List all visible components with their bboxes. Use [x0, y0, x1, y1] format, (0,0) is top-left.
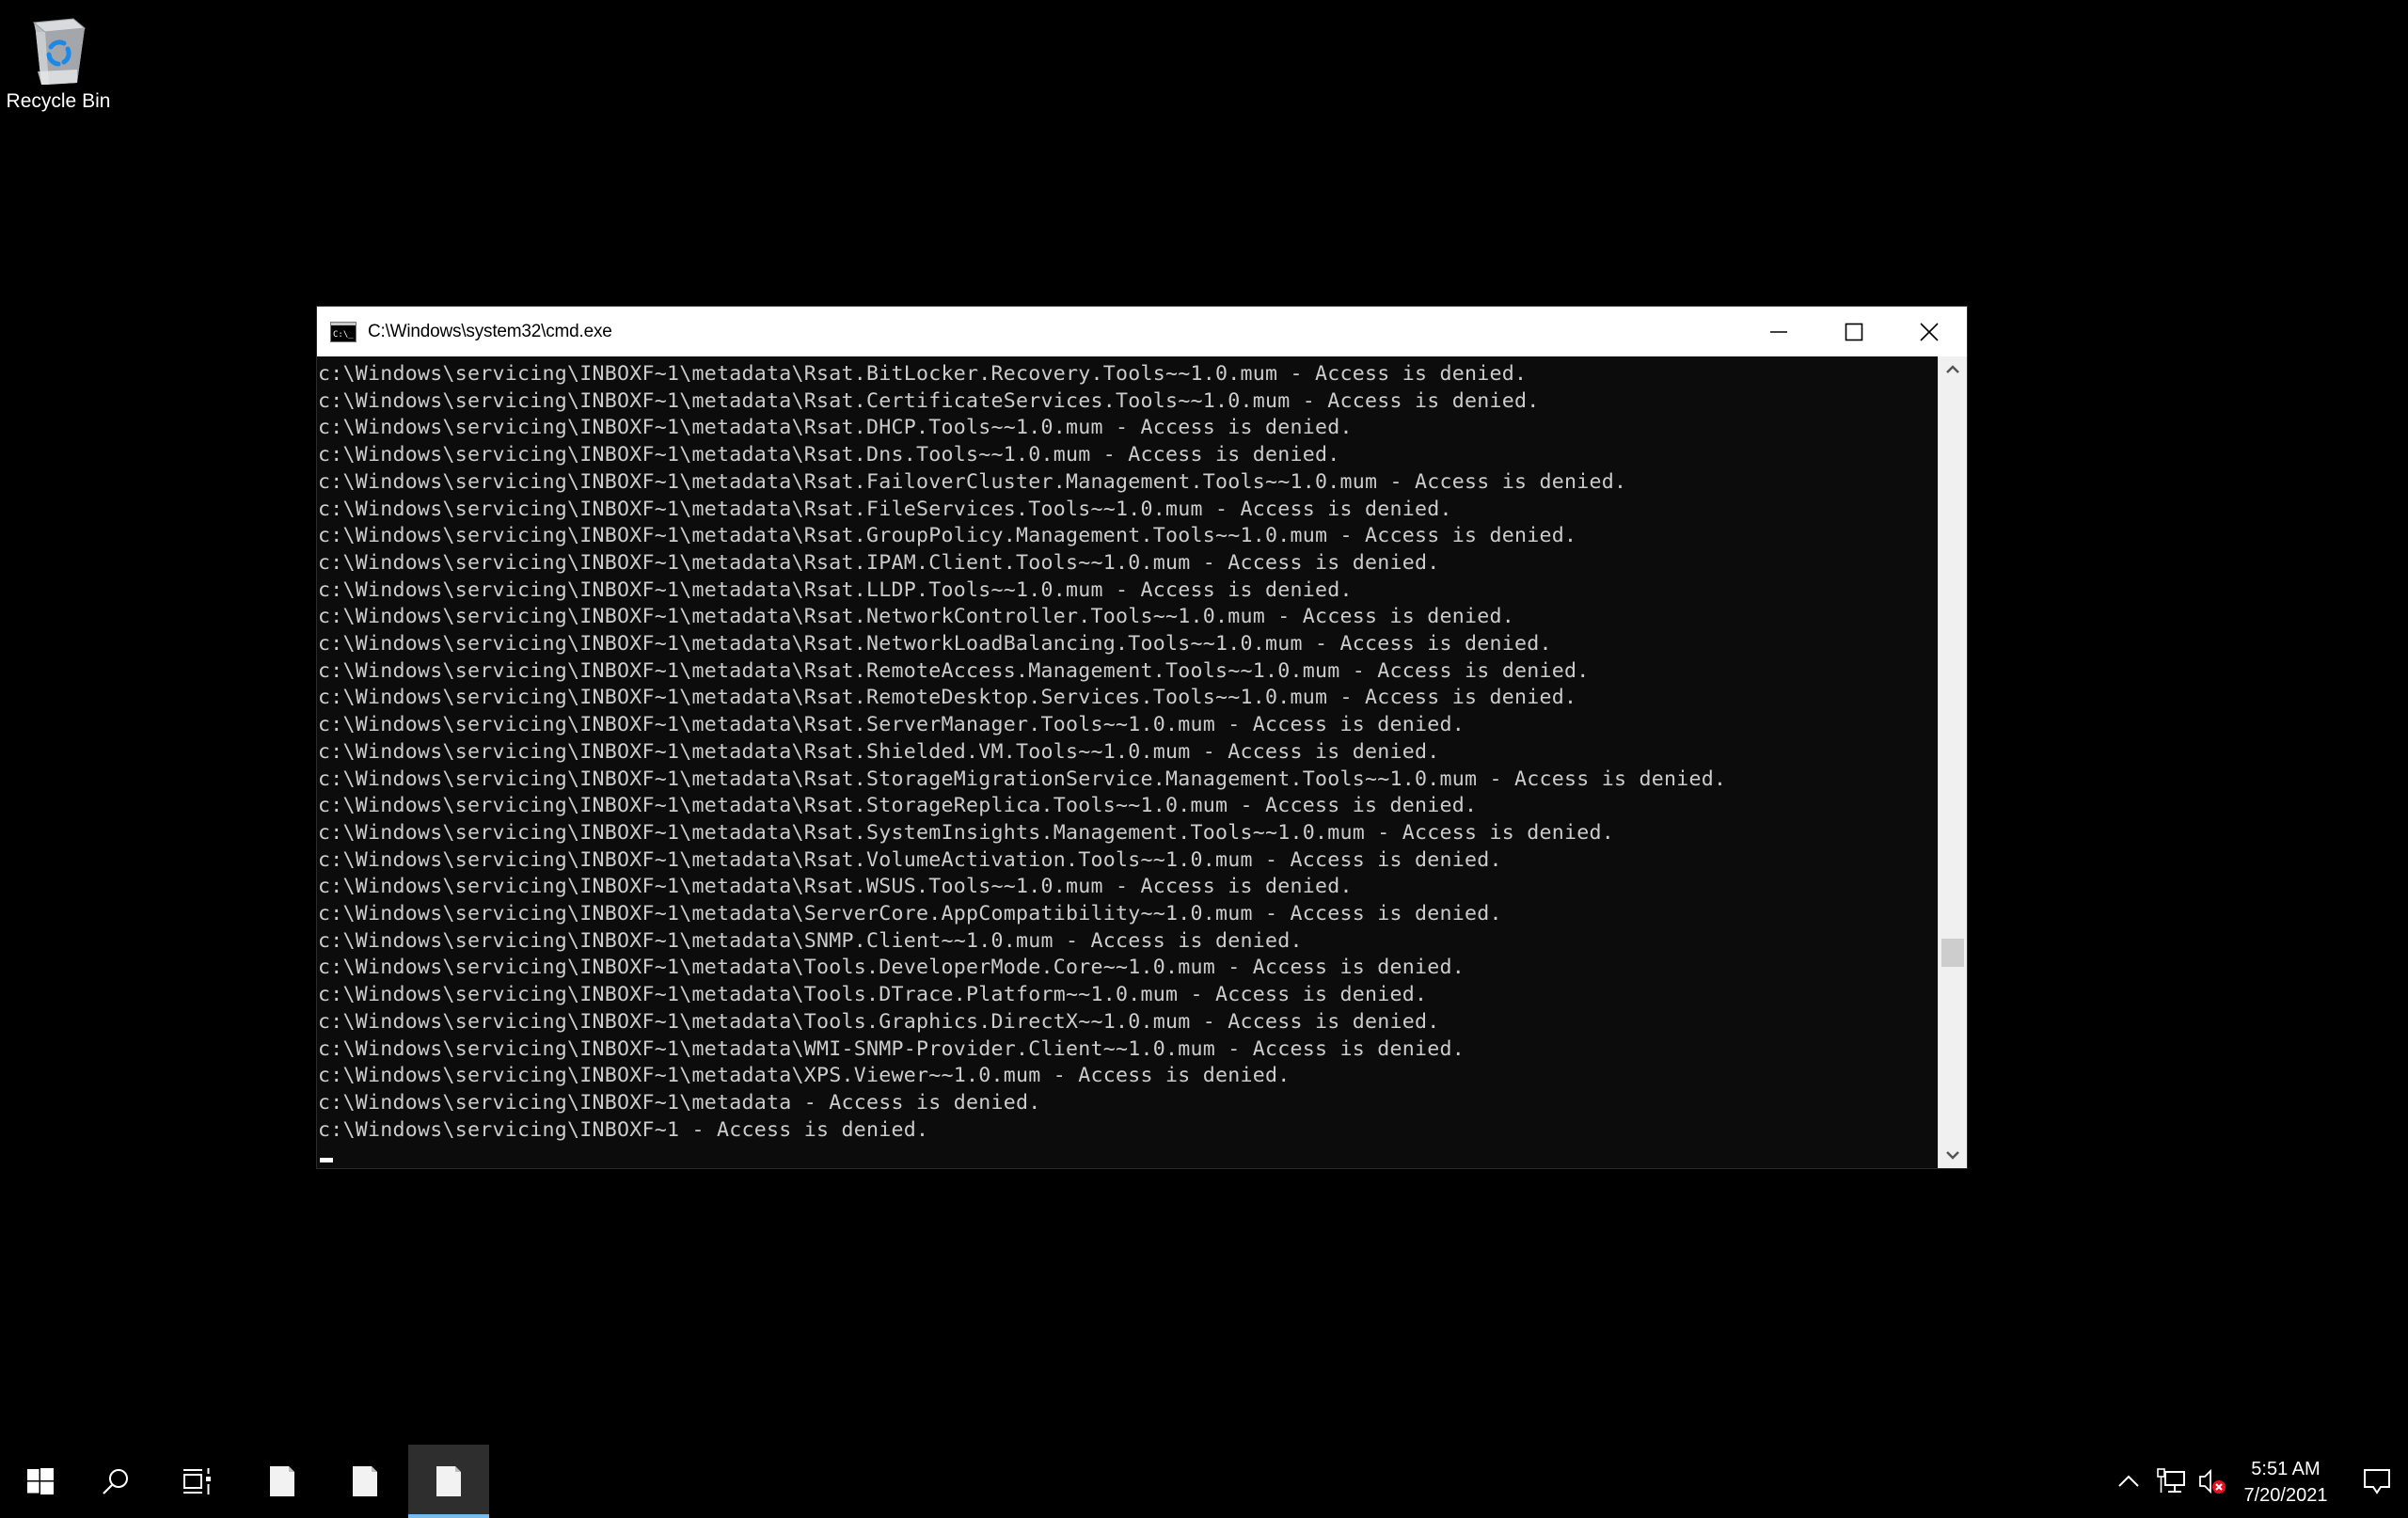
- taskbar: 5:51 AM 7/20/2021: [0, 1445, 2408, 1518]
- clock-time: 5:51 AM: [2251, 1459, 2321, 1479]
- window-title: C:\Windows\system32\cmd.exe: [368, 321, 612, 341]
- taskbar-app-2[interactable]: [325, 1445, 405, 1518]
- start-button[interactable]: [0, 1445, 81, 1518]
- console-line: c:\Windows\servicing\INBOXF~1\metadata\T…: [318, 983, 1428, 1007]
- console-line: c:\Windows\servicing\INBOXF~1\metadata\R…: [318, 362, 1528, 386]
- title-bar[interactable]: C:\_ C:\Windows\system32\cmd.exe: [317, 307, 1967, 356]
- close-button[interactable]: [1892, 307, 1967, 356]
- console-line: c:\Windows\servicing\INBOXF~1\metadata\R…: [318, 388, 1540, 413]
- minimize-icon: [1770, 330, 1787, 333]
- cmd-window[interactable]: C:\_ C:\Windows\system32\cmd.exe c:\Wind…: [316, 306, 1968, 1169]
- close-icon: [1920, 322, 1939, 341]
- scroll-down-button[interactable]: [1939, 1142, 1967, 1168]
- scroll-up-button[interactable]: [1939, 356, 1967, 383]
- console-line: c:\Windows\servicing\INBOXF~1\metadata\X…: [318, 1064, 1291, 1088]
- search-button[interactable]: [75, 1445, 156, 1518]
- console-line: c:\Windows\servicing\INBOXF~1\metadata\S…: [318, 902, 1502, 926]
- console-line: c:\Windows\servicing\INBOXF~1\metadata\R…: [318, 847, 1502, 872]
- console-line: c:\Windows\servicing\INBOXF~1\metadata\R…: [318, 443, 1340, 467]
- console-line: c:\Windows\servicing\INBOXF~1\metadata\R…: [318, 550, 1440, 575]
- console-line: c:\Windows\servicing\INBOXF~1\metadata\R…: [318, 767, 1727, 791]
- console-line: c:\Windows\servicing\INBOXF~1\metadata\R…: [318, 820, 1615, 845]
- console-line: c:\Windows\servicing\INBOXF~1\metadata\R…: [318, 605, 1515, 629]
- clock-date: 7/20/2021: [2243, 1485, 2328, 1506]
- vertical-scrollbar[interactable]: [1938, 356, 1967, 1168]
- clock-button[interactable]: 5:51 AM 7/20/2021: [2220, 1456, 2352, 1509]
- console-line: c:\Windows\servicing\INBOXF~1\metadata -…: [318, 1090, 1041, 1115]
- console-line: c:\Windows\servicing\INBOXF~1\metadata\R…: [318, 794, 1478, 818]
- recycle-bin-icon: [32, 18, 87, 85]
- taskbar-app-3-active[interactable]: [408, 1445, 489, 1518]
- console-line: c:\Windows\servicing\INBOXF~1\metadata\T…: [318, 956, 1465, 980]
- windows-start-icon: [27, 1468, 54, 1494]
- console-line: c:\Windows\servicing\INBOXF~1\metadata\R…: [318, 577, 1353, 602]
- network-tray-button[interactable]: [2154, 1445, 2188, 1518]
- task-view-button[interactable]: [157, 1445, 238, 1518]
- cmd-icon: C:\_: [330, 321, 356, 342]
- task-view-icon: [183, 1468, 211, 1494]
- action-center-button[interactable]: [2355, 1445, 2399, 1518]
- console-line: c:\Windows\servicing\INBOXF~1\metadata\S…: [318, 928, 1303, 953]
- svg-text:C:\_: C:\_: [333, 330, 354, 340]
- text-cursor: [320, 1158, 333, 1162]
- console-line: c:\Windows\servicing\INBOXF~1\metadata\W…: [318, 1036, 1465, 1061]
- console-output[interactable]: c:\Windows\servicing\INBOXF~1\metadata\R…: [317, 356, 1938, 1168]
- console-line: c:\Windows\servicing\INBOXF~1\metadata\R…: [318, 686, 1577, 710]
- desktop-icon-label: Recycle Bin: [6, 90, 111, 112]
- chevron-up-icon: [1946, 365, 1959, 373]
- document-icon: [270, 1466, 294, 1496]
- document-icon: [353, 1466, 377, 1496]
- show-hidden-icons-button[interactable]: [2113, 1445, 2145, 1518]
- maximize-icon: [1845, 323, 1863, 340]
- search-icon: [103, 1469, 128, 1494]
- console-line: c:\Windows\servicing\INBOXF~1\metadata\R…: [318, 469, 1627, 494]
- console-line: c:\Windows\servicing\INBOXF~1\metadata\R…: [318, 497, 1452, 521]
- minimize-button[interactable]: [1741, 307, 1816, 356]
- chevron-up-icon: [2118, 1475, 2139, 1487]
- action-center-icon: [2364, 1469, 2390, 1494]
- console-line: c:\Windows\servicing\INBOXF~1\metadata\R…: [318, 416, 1353, 440]
- maximize-button[interactable]: [1816, 307, 1892, 356]
- scroll-thumb[interactable]: [1941, 938, 1964, 967]
- console-line: c:\Windows\servicing\INBOXF~1\metadata\R…: [318, 875, 1353, 899]
- console-line: c:\Windows\servicing\INBOXF~1\metadata\R…: [318, 739, 1440, 764]
- desktop-icon-recycle-bin[interactable]: Recycle Bin: [4, 9, 113, 113]
- console-lines: c:\Windows\servicing\INBOXF~1\metadata\R…: [318, 361, 1726, 1144]
- chevron-down-icon: [1946, 1151, 1959, 1160]
- document-icon: [436, 1466, 461, 1496]
- console-line: c:\Windows\servicing\INBOXF~1\metadata\R…: [318, 658, 1590, 683]
- taskbar-app-1[interactable]: [242, 1445, 323, 1518]
- console-line: c:\Windows\servicing\INBOXF~1\metadata\T…: [318, 1009, 1440, 1034]
- console-line: c:\Windows\servicing\INBOXF~1\metadata\R…: [318, 713, 1465, 737]
- console-line: c:\Windows\servicing\INBOXF~1\metadata\R…: [318, 632, 1552, 656]
- console-line: c:\Windows\servicing\INBOXF~1 - Access i…: [318, 1117, 929, 1142]
- network-icon: [2157, 1468, 2185, 1493]
- console-line: c:\Windows\servicing\INBOXF~1\metadata\R…: [318, 524, 1577, 548]
